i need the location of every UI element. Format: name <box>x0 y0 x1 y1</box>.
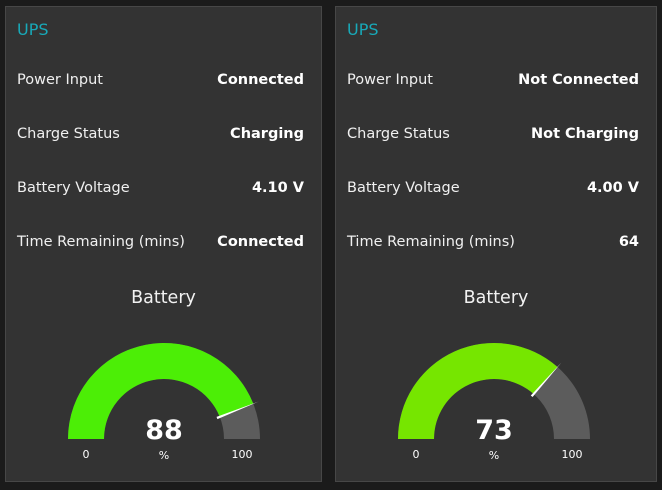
battery-gauge: 73 % 0 100 <box>398 343 590 462</box>
gauge-value: 73 <box>475 415 513 446</box>
ups-card: UPS Power Input Not Connected Charge Sta… <box>335 6 657 482</box>
gauge-min-label: 0 <box>413 448 420 461</box>
gauge-value: 88 <box>145 415 183 446</box>
gauge-unit: % <box>489 449 499 462</box>
gauge-max-label: 100 <box>562 448 583 461</box>
gauge-min-label: 0 <box>83 448 90 461</box>
battery-gauge: 88 % 0 100 <box>68 343 260 462</box>
ups-card: UPS Power Input Connected Charge Status … <box>5 6 322 482</box>
gauge-max-label: 100 <box>232 448 253 461</box>
gauge-unit: % <box>159 449 169 462</box>
